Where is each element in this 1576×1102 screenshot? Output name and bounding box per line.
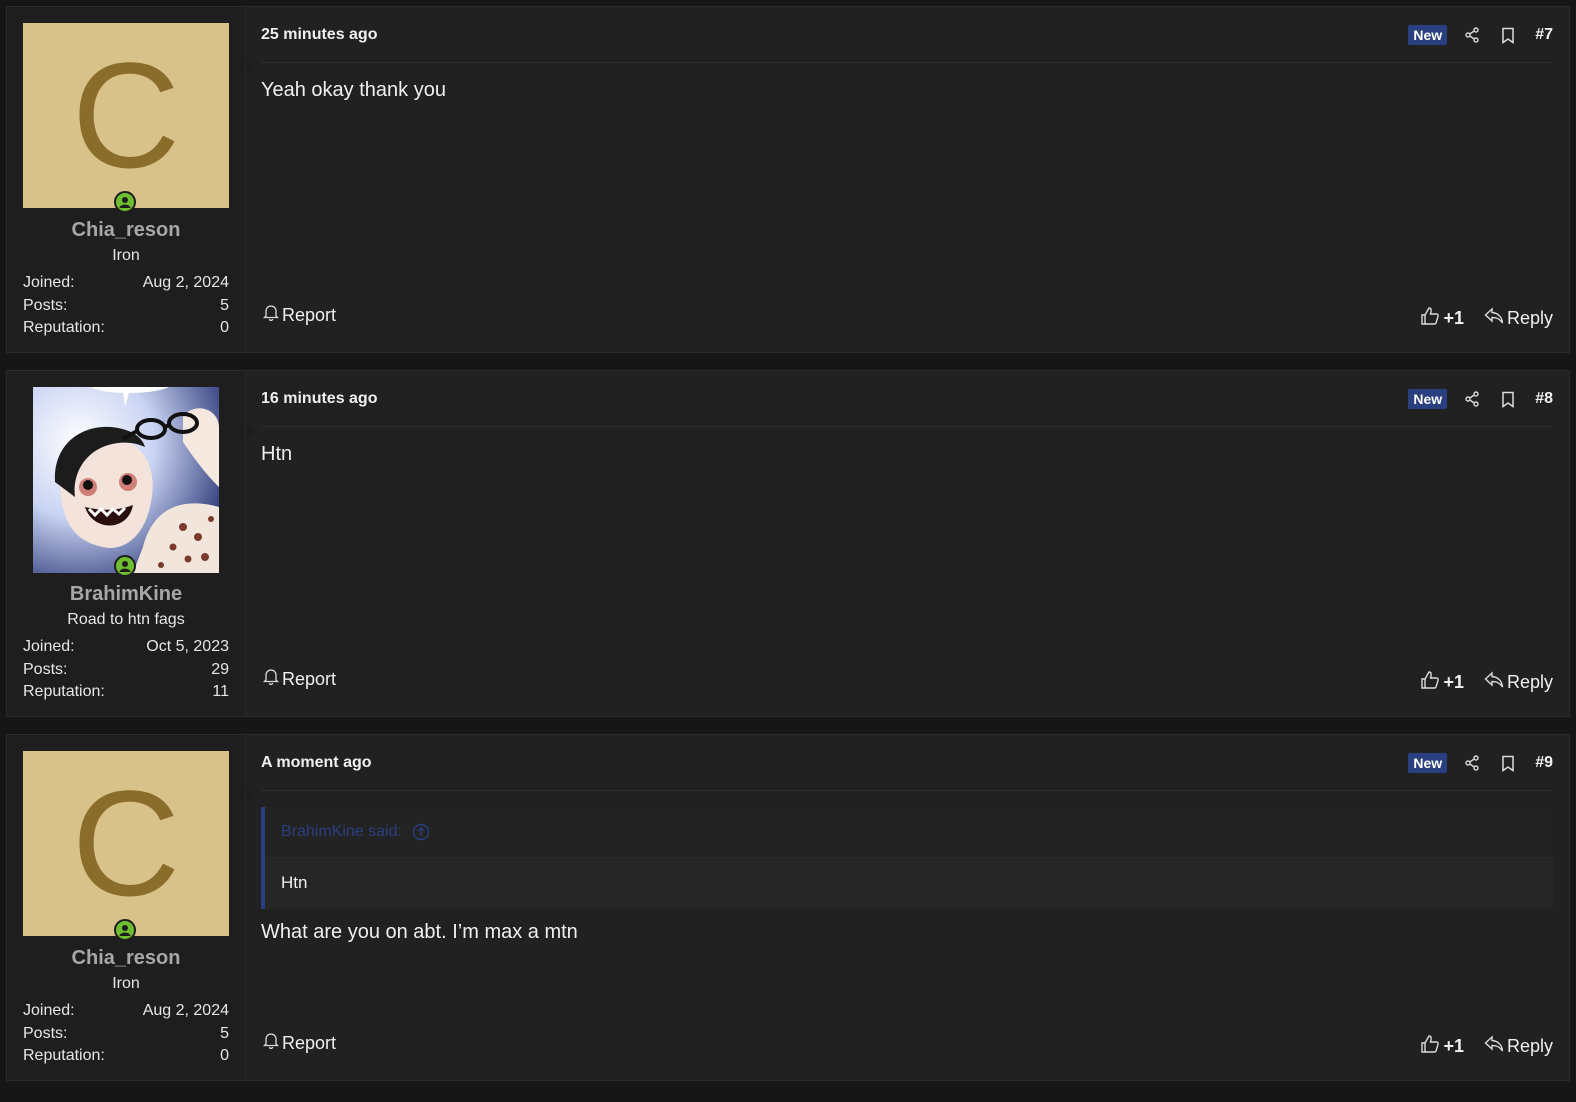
like-label: +1 [1443,1036,1464,1056]
bell-icon [262,304,280,326]
avatar[interactable]: C [23,23,229,208]
thumbs-up-icon [1420,306,1440,331]
jump-to-quote-icon[interactable] [412,823,430,840]
like-button[interactable]: +1 [1420,670,1464,695]
online-status-icon [114,919,136,941]
post-body: Htn [261,443,293,465]
username[interactable]: Chia_reson [7,947,245,970]
post-date[interactable]: 16 minutes ago [261,390,377,408]
quote-text: Htn [265,858,1553,908]
post-number-link[interactable]: #8 [1535,390,1553,408]
post-meta: 25 minutes ago New #7 [261,22,1553,63]
share-icon[interactable] [1463,754,1481,772]
share-icon[interactable] [1463,390,1481,408]
user-cell: C Chia_reson Iron Joined: Aug 2, 2024 Pos… [7,7,256,352]
reply-icon [1484,671,1504,694]
user-cell: BrahimKine Road to htn fags Joined: Oct 5… [7,371,256,716]
user-title: Iron [112,975,140,992]
post-meta: 16 minutes ago New #8 [261,386,1553,427]
reputation-value: 11 [212,683,229,700]
post-meta: A moment ago New #9 [261,750,1553,791]
reputation-label: Reputation: [23,1047,105,1064]
like-button[interactable]: +1 [1420,1034,1464,1059]
quote-header[interactable]: BrahimKine said: [265,807,1553,858]
report-button[interactable]: Report [262,1032,337,1054]
avatar[interactable] [33,387,219,573]
bell-icon [262,668,280,690]
quote-author[interactable]: BrahimKine said: [281,823,402,840]
quote-block: BrahimKine said: Htn [261,807,1553,909]
reputation-value: 0 [220,319,229,336]
new-badge: New [1408,25,1448,45]
posts-value: 29 [211,660,229,678]
user-stats: Joined: Oct 5, 2023 Posts: 29 Reputation: 1… [23,636,229,704]
posts-label: Posts: [23,660,68,678]
reply-label: Reply [1506,308,1553,328]
reply-label: Reply [1506,1036,1553,1056]
joined-value: Oct 5, 2023 [146,638,229,655]
new-badge: New [1408,753,1448,773]
joined-value: Aug 2, 2024 [142,1002,229,1019]
reply-button[interactable]: Reply [1484,1035,1553,1058]
online-status-icon [114,555,136,577]
posts-value: 5 [220,1024,229,1042]
online-status-icon [114,191,136,213]
new-badge: New [1408,389,1448,409]
user-title: Road to htn fags [67,611,185,628]
post-body: What are you on abt. I’m max a mtn [261,921,578,943]
posts-value: 5 [220,296,229,314]
post-number-link[interactable]: #7 [1535,26,1553,44]
post-body: Yeah okay thank you [261,79,446,101]
post-number-link[interactable]: #9 [1535,754,1553,772]
posts-label: Posts: [23,1024,68,1042]
post-footer: Report +1 Reply [261,304,1553,330]
bookmark-icon[interactable] [1499,390,1517,408]
reply-icon [1484,307,1504,330]
user-stats: Joined: Aug 2, 2024 Posts: 5 Reputation: 0 [23,272,229,340]
user-title: Iron [112,247,140,264]
like-button[interactable]: +1 [1420,306,1464,331]
joined-label: Joined: [23,1002,75,1019]
thumbs-up-icon [1420,670,1440,695]
reputation-label: Reputation: [23,319,105,336]
post-7: C Chia_reson Iron Joined: Aug 2, 2024 Pos… [6,6,1570,353]
share-icon[interactable] [1463,26,1481,44]
user-cell: C Chia_reson Iron Joined: Aug 2, 2024 Pos… [7,735,256,1080]
post-date[interactable]: 25 minutes ago [261,26,377,44]
reply-button[interactable]: Reply [1484,307,1553,330]
report-label: Report [282,1032,337,1053]
posts-label: Posts: [23,296,68,314]
reply-button[interactable]: Reply [1484,671,1553,694]
post-main: A moment ago New #9 BrahimKine said: Htn [261,735,1553,1080]
thumbs-up-icon [1420,1034,1440,1059]
report-button[interactable]: Report [262,304,337,326]
user-stats: Joined: Aug 2, 2024 Posts: 5 Reputation: 0 [23,1000,229,1068]
avatar[interactable]: C [23,751,229,936]
joined-value: Aug 2, 2024 [142,274,229,291]
post-main: 16 minutes ago New #8 Htn Report +1 Repl… [261,371,1553,716]
post-9: C Chia_reson Iron Joined: Aug 2, 2024 Pos… [6,734,1570,1081]
post-date[interactable]: A moment ago [261,754,372,772]
reply-label: Reply [1506,672,1553,692]
username[interactable]: Chia_reson [7,219,245,242]
username[interactable]: BrahimKine [7,583,245,606]
bookmark-icon[interactable] [1499,26,1517,44]
post-footer: Report +1 Reply [261,1032,1553,1058]
like-label: +1 [1443,308,1464,328]
reputation-value: 0 [220,1047,229,1064]
reputation-label: Reputation: [23,683,105,700]
joined-label: Joined: [23,638,75,655]
post-main: 25 minutes ago New #7 Yeah okay thank yo… [261,7,1553,352]
joined-label: Joined: [23,274,75,291]
bell-icon [262,1032,280,1054]
report-label: Report [282,304,337,325]
like-label: +1 [1443,672,1464,692]
report-button[interactable]: Report [262,668,337,690]
post-footer: Report +1 Reply [261,668,1553,694]
bookmark-icon[interactable] [1499,754,1517,772]
post-8: BrahimKine Road to htn fags Joined: Oct 5… [6,370,1570,717]
reply-icon [1484,1035,1504,1058]
report-label: Report [282,668,337,689]
